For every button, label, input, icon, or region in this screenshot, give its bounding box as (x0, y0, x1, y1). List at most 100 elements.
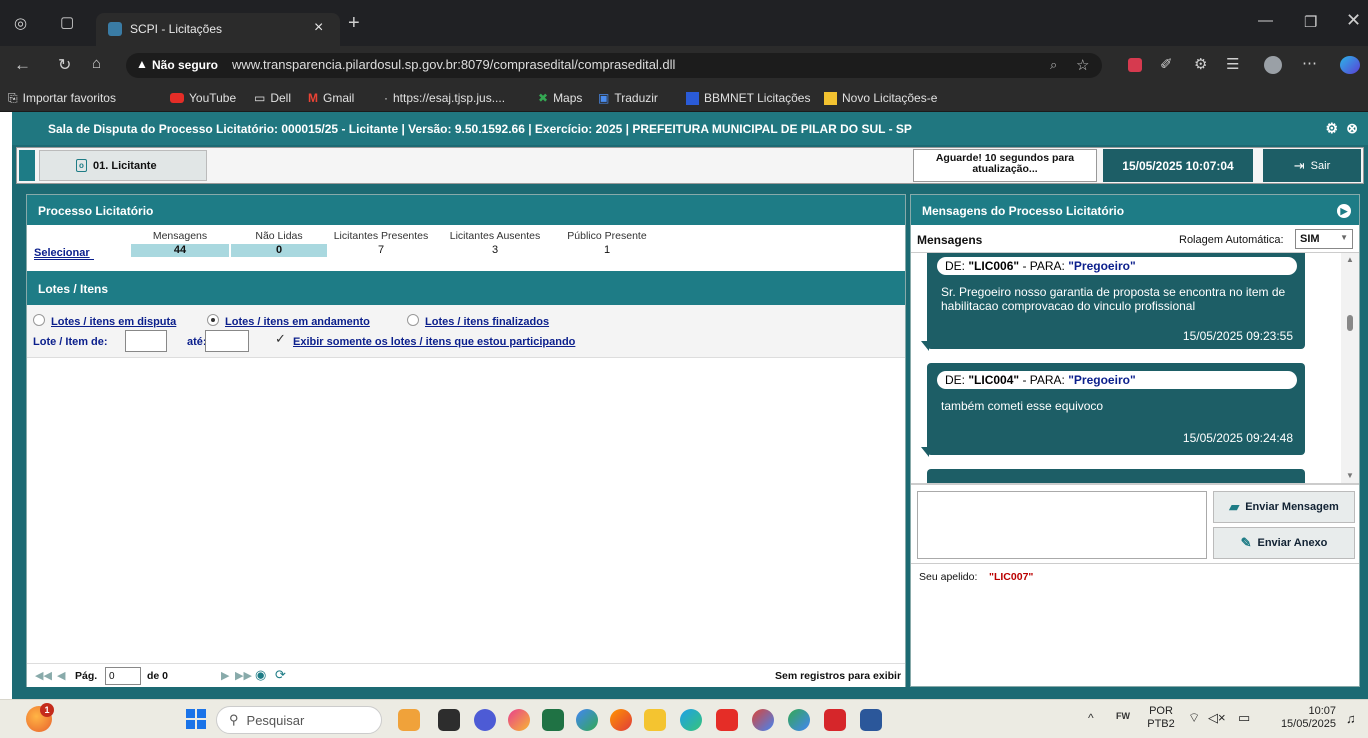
fav-gmail[interactable]: M Gmail (308, 89, 354, 107)
fav-import[interactable]: ⎘ Importar favoritos (8, 89, 116, 107)
not-secure-label[interactable]: Não seguro (152, 58, 218, 72)
filter-em-disputa[interactable]: Lotes / itens em disputa (51, 316, 176, 328)
filter-finalizados[interactable]: Lotes / itens finalizados (425, 316, 549, 328)
tab-actions-icon[interactable]: ▢ (60, 13, 74, 31)
close-window-icon[interactable]: ✕ (1346, 10, 1361, 31)
view-icon[interactable]: ◉ (255, 667, 266, 683)
file-explorer-icon[interactable] (644, 709, 666, 731)
home-icon[interactable]: ⌂ (92, 55, 101, 72)
browser-tab[interactable]: SCPI - Licitações × (96, 13, 340, 46)
url-box[interactable]: ▲ Não seguro www.transparencia.pilardosu… (126, 53, 1102, 78)
address-bar-row: ← ↻ ⌂ ▲ Não seguro www.transparencia.pil… (0, 46, 1368, 84)
stat-value-nao-lidas: 0 (231, 244, 327, 257)
nickname-divider (911, 563, 1359, 564)
chrome-icon[interactable] (576, 709, 598, 731)
message-textarea[interactable] (917, 491, 1207, 559)
search-icon: ⚲ (229, 712, 239, 727)
acrobat-icon[interactable] (824, 709, 846, 731)
filter-em-andamento[interactable]: Lotes / itens em andamento (225, 316, 370, 328)
notifications-bell-icon[interactable]: ♫ (1346, 711, 1356, 726)
translate-icon: ▣ (598, 91, 610, 105)
toolbar: o 01. Licitante Aguarde! 10 segundos par… (16, 147, 1364, 184)
word-icon[interactable] (860, 709, 882, 731)
scroll-thumb[interactable] (1347, 315, 1353, 331)
extension-icon[interactable] (1128, 58, 1142, 72)
settings-icon[interactable]: ⚙ (1325, 120, 1338, 137)
volume-icon[interactable]: ◁× (1208, 710, 1226, 726)
tray-chevron-icon[interactable]: ^ (1088, 711, 1094, 725)
fav-youtube[interactable]: YouTube (170, 89, 236, 107)
profile-avatar[interactable] (1264, 56, 1282, 74)
copilot-icon[interactable] (1340, 56, 1360, 74)
send-message-button[interactable]: ▰ Enviar Mensagem (1213, 491, 1355, 523)
more-menu-icon[interactable]: ⋯ (1302, 54, 1317, 72)
exit-button[interactable]: ⇥ Sair (1263, 149, 1361, 182)
fav-licitacoes-e[interactable]: Novo Licitações-e (824, 89, 937, 107)
excel-icon[interactable] (542, 709, 564, 731)
favorite-star-icon[interactable]: ☆ (1076, 56, 1089, 74)
tab-licitante[interactable]: o 01. Licitante (39, 150, 207, 181)
url-text[interactable]: www.transparencia.pilardosul.sp.gov.br:8… (232, 57, 675, 72)
prev-page-icon[interactable]: ◀ (57, 669, 65, 682)
language-indicator[interactable]: POR PTB2 (1146, 705, 1176, 731)
wifi-icon[interactable]: ⌔ (1188, 710, 1200, 726)
start-icon[interactable] (186, 709, 206, 729)
photos-app-icon[interactable] (508, 709, 530, 731)
folder-icon: ▭ (254, 91, 266, 105)
radio-em-andamento[interactable] (207, 314, 219, 326)
scroll-down-icon[interactable]: ▼ (1346, 471, 1354, 480)
radio-finalizados[interactable] (407, 314, 419, 326)
fav-esaj[interactable]: · https://esaj.tjsp.jus.... (384, 89, 505, 107)
page-input[interactable]: 0 (105, 667, 141, 685)
app-title: Sala de Disputa do Processo Licitatório:… (48, 122, 912, 136)
restore-icon[interactable]: ❐ (1304, 13, 1317, 31)
taskbar-search[interactable]: ⚲ Pesquisar (216, 706, 382, 734)
compose-divider (911, 483, 1359, 485)
clock[interactable]: 10:07 15/05/2025 (1270, 705, 1336, 731)
people-app-icon[interactable] (398, 709, 420, 731)
battery-icon[interactable]: ▭ (1238, 710, 1250, 726)
new-tab-icon[interactable]: + (348, 12, 360, 35)
fav-bbmnet[interactable]: BBMNET Licitações (686, 89, 810, 107)
meet-icon[interactable] (474, 709, 496, 731)
extensions-icon[interactable]: ⚙ (1194, 55, 1207, 73)
chrome-profile-2-icon[interactable] (788, 709, 810, 731)
scroll-up-icon[interactable]: ▲ (1346, 255, 1354, 264)
send-attachment-button[interactable]: ✎ Enviar Anexo (1213, 527, 1355, 559)
tray-app-icon[interactable]: FW (1116, 711, 1130, 721)
message-text: Sr. Pregoeiro nosso garantia de proposta… (941, 285, 1286, 313)
close-app-icon[interactable]: ⊗ (1346, 120, 1358, 137)
read-aloud-icon[interactable]: ⌕ (1050, 57, 1057, 73)
autoscroll-label: Rolagem Automática: (1179, 234, 1284, 246)
edge-icon[interactable] (680, 709, 702, 731)
first-page-icon[interactable]: ◀◀ (35, 669, 52, 682)
only-mine-link[interactable]: Exibir somente os lotes / itens que esto… (293, 336, 575, 348)
checkbox-only-mine[interactable]: ✓ (275, 331, 286, 347)
firefox-icon[interactable] (610, 709, 632, 731)
stat-label-presentes: Licitantes Presentes (333, 230, 429, 242)
expand-icon[interactable]: ▶ (1337, 204, 1351, 218)
task-view-icon[interactable] (438, 709, 460, 731)
extension-2-icon[interactable]: ✐ (1160, 55, 1173, 73)
radio-em-disputa[interactable] (33, 314, 45, 326)
reload-icon[interactable]: ↻ (58, 55, 71, 75)
favorites-icon[interactable]: ☰ (1226, 55, 1239, 73)
minimize-icon[interactable]: — (1258, 12, 1273, 29)
range-to-input[interactable] (205, 330, 249, 352)
fav-dell[interactable]: ▭ Dell (254, 89, 291, 107)
fav-maps[interactable]: ✖ Maps (538, 89, 582, 107)
autoscroll-select[interactable]: SIM ▼ (1295, 229, 1353, 249)
refresh-icon[interactable]: ⟳ (275, 667, 286, 683)
youtube-app-icon[interactable] (716, 709, 738, 731)
last-page-icon[interactable]: ▶▶ (235, 669, 252, 682)
range-from-input[interactable] (125, 330, 167, 352)
chrome-profile-icon[interactable] (752, 709, 774, 731)
workspaces-icon[interactable]: ◎ (14, 14, 27, 32)
next-page-icon[interactable]: ▶ (221, 669, 229, 682)
back-icon[interactable]: ← (14, 55, 31, 75)
message-scrollbar[interactable]: ▲ ▼ (1341, 253, 1359, 483)
fav-translate[interactable]: ▣ Traduzir (598, 89, 658, 107)
select-link[interactable]: Selecionar (34, 247, 90, 259)
close-tab-icon[interactable]: × (314, 19, 323, 37)
page-icon: · (384, 91, 388, 105)
